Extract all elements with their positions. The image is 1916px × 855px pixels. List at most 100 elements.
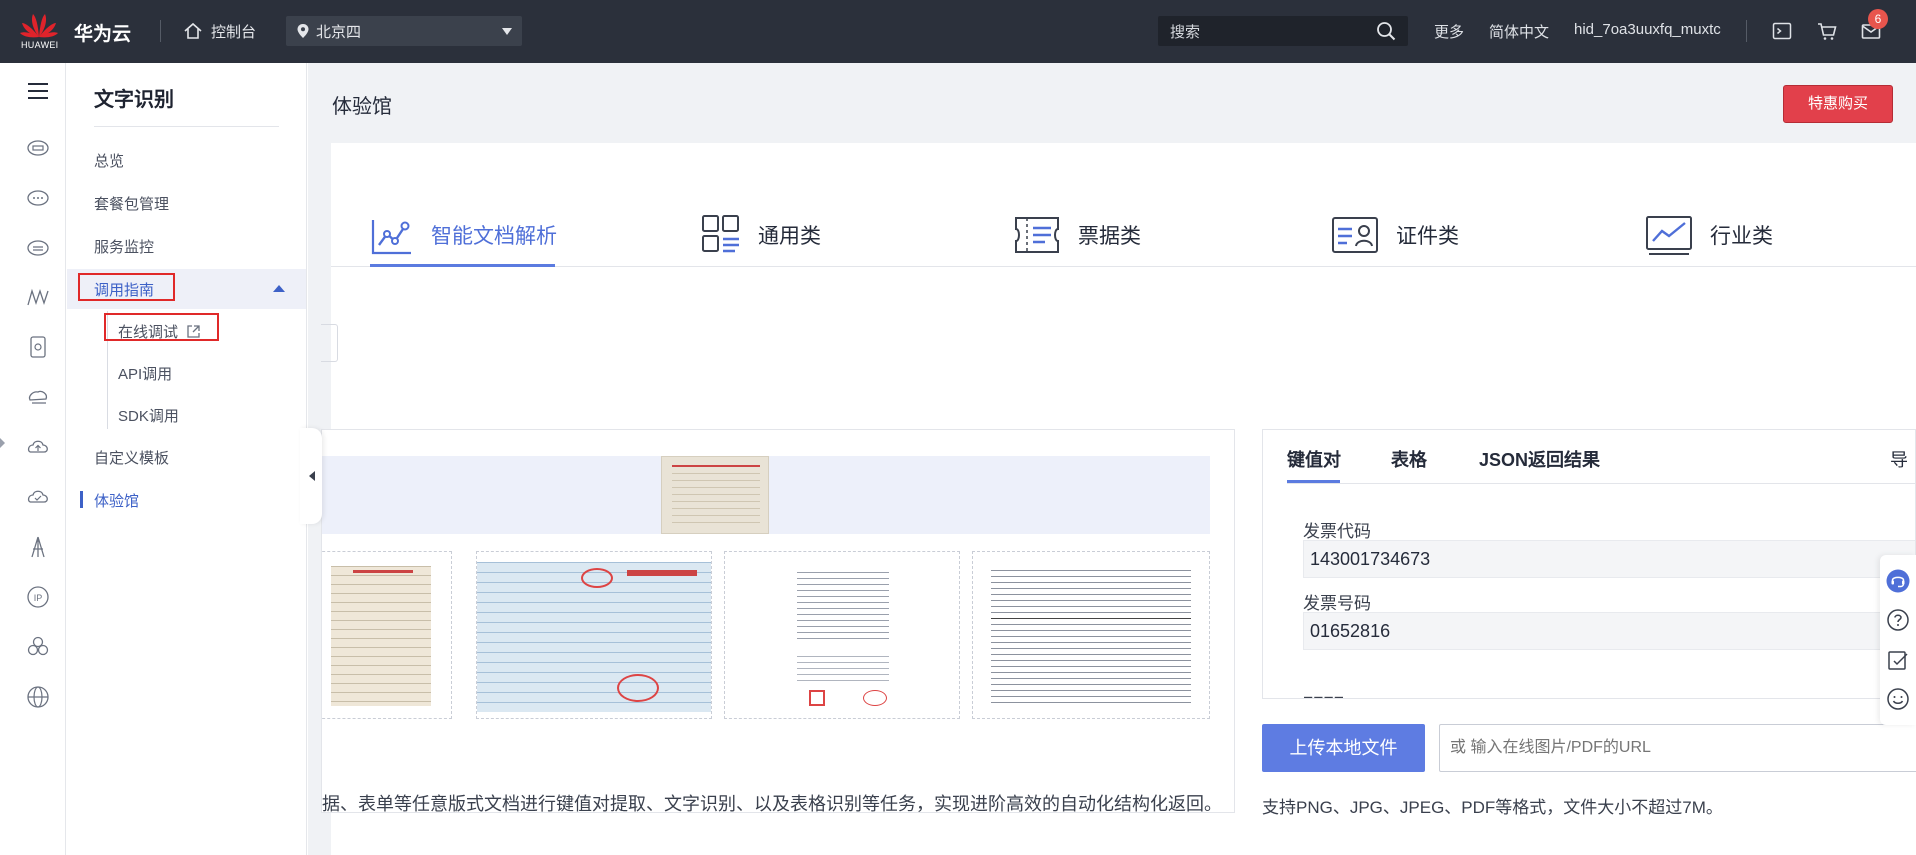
floating-tools: [1880, 555, 1916, 725]
field-value: 01652816: [1303, 612, 1915, 650]
region-label: 北京四: [316, 23, 362, 41]
main-content: 体验馆 特惠购买 智能文档解析 通用类 票据类 证件类 行业类 据、表单等任意版…: [308, 63, 1916, 855]
special-purchase-button[interactable]: 特惠购买: [1783, 85, 1893, 123]
highlight-box: [104, 313, 219, 341]
cloud-server-icon[interactable]: [26, 136, 50, 160]
sample-preview-panel: 据、表单等任意版式文档进行键值对提取、文字识别、以及表格识别等任务，实现进阶高效…: [321, 429, 1235, 813]
category-tabs: 智能文档解析 通用类 票据类 证件类 行业类: [331, 143, 1916, 267]
sidebar-item-monitor[interactable]: 服务监控: [94, 236, 154, 257]
help-icon[interactable]: [1886, 608, 1910, 632]
divider: [94, 126, 279, 127]
sample-thumbnail[interactable]: [724, 551, 960, 719]
field-value: 143001734673: [1303, 540, 1915, 578]
sample-thumbnail[interactable]: [322, 551, 452, 719]
terminal-icon[interactable]: [1771, 20, 1793, 42]
active-indicator: [80, 491, 83, 508]
tab-bills[interactable]: 票据类: [1013, 205, 1141, 265]
sidebar-item-overview[interactable]: 总览: [94, 150, 124, 171]
location-pin-icon: [297, 24, 309, 38]
chevron-up-icon[interactable]: [272, 283, 286, 293]
cloud-check-icon[interactable]: [26, 485, 50, 509]
sidebar-item-experience[interactable]: 体验馆: [94, 490, 139, 511]
field-label: 发票号码: [1303, 594, 1371, 613]
upload-local-file-button[interactable]: 上传本地文件: [1262, 724, 1425, 772]
menu-icon[interactable]: [26, 79, 50, 103]
language-switcher[interactable]: 简体中文: [1489, 21, 1549, 42]
tab-json-result[interactable]: JSON返回结果: [1479, 446, 1600, 472]
tower-icon[interactable]: [26, 535, 50, 559]
console-label: 控制台: [211, 23, 257, 41]
user-account-menu[interactable]: hid_7oa3uuxfq_muxtc: [1574, 21, 1721, 38]
sample-thumbnail[interactable]: [972, 551, 1210, 719]
feature-description: 据、表单等任意版式文档进行键值对提取、文字识别、以及表格识别等任务，实现进阶高效…: [322, 794, 1222, 813]
cluster-icon[interactable]: [26, 635, 50, 659]
sidebar-collapse-toggle[interactable]: [300, 428, 322, 524]
globe-icon[interactable]: [26, 685, 50, 709]
ticket-icon: [1015, 217, 1059, 253]
tab-table[interactable]: 表格: [1391, 446, 1427, 472]
feedback-edit-icon[interactable]: [1886, 648, 1910, 672]
field-label: 发票代码: [1303, 522, 1371, 541]
active-tab-underline: [370, 264, 555, 267]
export-button[interactable]: 导: [1890, 446, 1908, 472]
tab-industry[interactable]: 行业类: [1645, 205, 1773, 265]
id-card-icon: [1332, 217, 1378, 253]
sidebar-item-packages[interactable]: 套餐包管理: [94, 193, 169, 214]
experience-card: 智能文档解析 通用类 票据类 证件类 行业类 据、表单等任意版式文档进行键值对提…: [321, 143, 1916, 855]
divider: [1746, 20, 1747, 42]
truncated-field-label: ■■■■: [1303, 692, 1383, 698]
divider: [160, 20, 161, 42]
sidebar-item-api-call[interactable]: API调用: [118, 363, 172, 384]
selected-sample-image: [661, 456, 769, 534]
ip-icon[interactable]: IP: [26, 585, 50, 609]
top-navigation-bar: HUAWEI 华为云 控制台 北京四 搜索 更多 简体中文 hid_7oa3uu…: [0, 0, 1916, 63]
chevron-left-icon: [309, 471, 315, 481]
chart-doc-icon: [371, 220, 411, 255]
tab-label: 智能文档解析: [431, 225, 557, 248]
tab-label: 证件类: [1396, 225, 1459, 248]
search-input[interactable]: 搜索: [1170, 21, 1200, 42]
highlight-box: [78, 273, 175, 301]
divider: [1287, 483, 1915, 484]
console-link[interactable]: 控制台: [183, 19, 256, 43]
recognition-result-panel: 键值对 表格 JSON返回结果 导 发票代码 143001734673 发票号码…: [1262, 429, 1916, 699]
trend-chart-icon: [1646, 216, 1692, 255]
svg-text:IP: IP: [34, 593, 43, 603]
search-box[interactable]: 搜索: [1158, 16, 1408, 46]
service-sidebar: 文字识别 总览 套餐包管理 服务监控 调用指南 在线调试 API调用 SDK调用…: [67, 63, 307, 855]
service-title: 文字识别: [94, 89, 174, 111]
tab-label: 通用类: [758, 225, 821, 248]
tab-label: 行业类: [1710, 225, 1773, 248]
cart-icon[interactable]: [1816, 20, 1838, 42]
sidebar-item-sdk-call[interactable]: SDK调用: [118, 405, 179, 426]
region-selector[interactable]: 北京四: [286, 16, 522, 46]
customer-service-icon[interactable]: [1886, 569, 1910, 593]
search-icon[interactable]: [1376, 21, 1396, 41]
sidebar-item-custom-template[interactable]: 自定义模板: [94, 447, 169, 468]
sample-thumbnail[interactable]: [476, 551, 712, 719]
cloud-stack-icon[interactable]: [26, 385, 50, 409]
collapsed-select[interactable]: [321, 324, 338, 362]
supported-formats-note: 支持PNG、JPG、JPEG、PDF等格式，文件大小不超过7M。: [1262, 798, 1723, 817]
service-icon-rail: IP: [6, 63, 66, 855]
page-title: 体验馆: [332, 96, 392, 118]
logo-wordmark: HUAWEI: [21, 40, 59, 50]
url-input[interactable]: [1439, 724, 1916, 772]
tab-label: 票据类: [1078, 225, 1141, 248]
device-icon[interactable]: [26, 335, 50, 359]
tab-certificates[interactable]: 证件类: [1331, 205, 1459, 265]
mountains-icon[interactable]: [26, 285, 50, 309]
notification-badge[interactable]: 6: [1868, 9, 1888, 29]
tab-general[interactable]: 通用类: [701, 205, 821, 265]
cloud-storage-icon[interactable]: [26, 236, 50, 260]
tab-document-parsing[interactable]: 智能文档解析: [370, 205, 557, 265]
smile-icon[interactable]: [1886, 687, 1910, 711]
expand-caret-icon[interactable]: [0, 438, 5, 448]
preview-area: [322, 456, 1210, 534]
tab-key-value[interactable]: 键值对: [1287, 446, 1341, 472]
cloud-up-icon[interactable]: [26, 435, 50, 459]
brand-name[interactable]: 华为云: [74, 19, 131, 46]
more-menu[interactable]: 更多: [1434, 21, 1464, 42]
grid-apps-icon: [702, 215, 739, 253]
cloud-chat-icon[interactable]: [26, 186, 50, 210]
